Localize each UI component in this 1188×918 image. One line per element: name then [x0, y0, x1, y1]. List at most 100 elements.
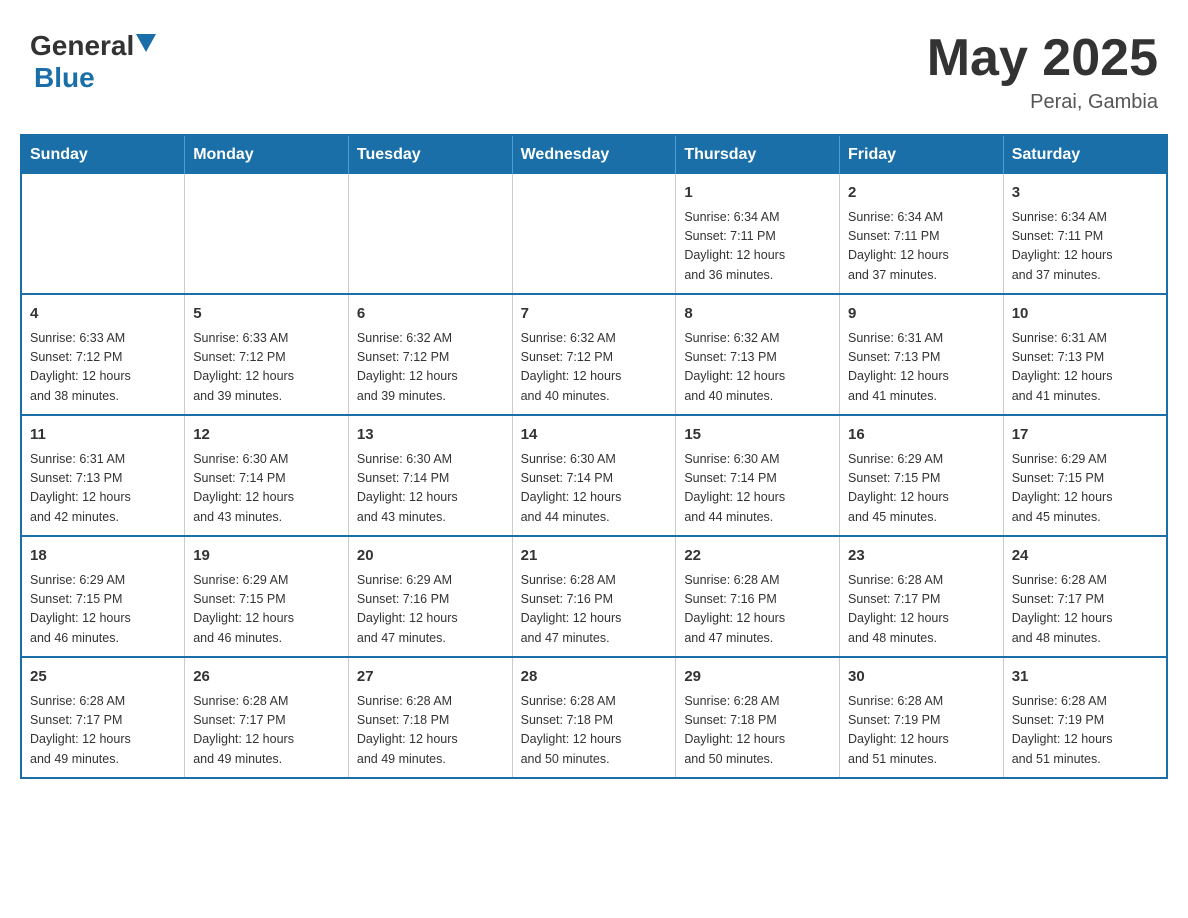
day-number: 22	[684, 545, 831, 568]
day-number: 6	[357, 303, 504, 326]
day-info: Sunrise: 6:28 AMSunset: 7:17 PMDaylight:…	[193, 692, 340, 770]
calendar-cell: 6 Sunrise: 6:32 AMSunset: 7:12 PMDaylight…	[348, 294, 512, 415]
day-number: 13	[357, 424, 504, 447]
calendar-cell: 21Sunrise: 6:28 AMSunset: 7:16 PMDayligh…	[512, 536, 676, 657]
calendar-cell: 22 Sunrise: 6:28 AMSunset: 7:16 PMDayligh…	[676, 536, 840, 657]
calendar-cell: 25 Sunrise: 6:28 AMSunset: 7:17 PMDayligh…	[21, 657, 185, 778]
day-info: Sunrise: 6:28 AMSunset: 7:19 PMDaylight:…	[1012, 692, 1158, 770]
logo-general-text: General	[30, 30, 134, 62]
day-number: 25	[30, 666, 176, 689]
calendar-cell: 1 Sunrise: 6:34 AMSunset: 7:11 PMDaylight…	[676, 174, 840, 294]
day-info: Sunrise: 6:34 AMSunset: 7:11 PMDaylight:…	[1012, 208, 1158, 286]
day-info: Sunrise: 6:29 AMSunset: 7:16 PMDaylight:…	[357, 571, 504, 649]
day-info: Sunrise: 6:28 AMSunset: 7:18 PMDaylight:…	[521, 692, 668, 770]
day-number: 30	[848, 666, 995, 689]
month-title: May 2025	[927, 30, 1158, 87]
day-info: Sunrise: 6:34 AMSunset: 7:11 PMDaylight:…	[848, 208, 995, 286]
day-info: Sunrise: 6:33 AMSunset: 7:12 PMDaylight:…	[30, 329, 176, 407]
day-info: Sunrise: 6:31 AMSunset: 7:13 PMDaylight:…	[1012, 329, 1158, 407]
calendar-week-row: 1 Sunrise: 6:34 AMSunset: 7:11 PMDaylight…	[21, 174, 1167, 294]
calendar-cell: 8Sunrise: 6:32 AMSunset: 7:13 PMDaylight…	[676, 294, 840, 415]
day-info: Sunrise: 6:28 AMSunset: 7:16 PMDaylight:…	[684, 571, 831, 649]
calendar-cell: 16Sunrise: 6:29 AMSunset: 7:15 PMDayligh…	[840, 415, 1004, 536]
day-number: 23	[848, 545, 995, 568]
calendar-cell: 29Sunrise: 6:28 AMSunset: 7:18 PMDayligh…	[676, 657, 840, 778]
title-block: May 2025 Perai, Gambia	[927, 30, 1158, 114]
day-number: 27	[357, 666, 504, 689]
calendar-cell: 12 Sunrise: 6:30 AMSunset: 7:14 PMDayligh…	[185, 415, 349, 536]
calendar-cell: 28 Sunrise: 6:28 AMSunset: 7:18 PMDayligh…	[512, 657, 676, 778]
calendar-cell: 18 Sunrise: 6:29 AMSunset: 7:15 PMDayligh…	[21, 536, 185, 657]
day-info: Sunrise: 6:28 AMSunset: 7:19 PMDaylight:…	[848, 692, 995, 770]
calendar-cell: 4 Sunrise: 6:33 AMSunset: 7:12 PMDaylight…	[21, 294, 185, 415]
day-number: 1	[684, 182, 831, 205]
day-number: 28	[521, 666, 668, 689]
day-number: 24	[1012, 545, 1158, 568]
day-number: 31	[1012, 666, 1158, 689]
calendar-week-row: 4 Sunrise: 6:33 AMSunset: 7:12 PMDaylight…	[21, 294, 1167, 415]
calendar-table: SundayMondayTuesdayWednesdayThursdayFrid…	[20, 134, 1168, 779]
calendar-cell	[348, 174, 512, 294]
day-info: Sunrise: 6:34 AMSunset: 7:11 PMDaylight:…	[684, 208, 831, 286]
day-info: Sunrise: 6:32 AMSunset: 7:12 PMDaylight:…	[357, 329, 504, 407]
day-info: Sunrise: 6:33 AMSunset: 7:12 PMDaylight:…	[193, 329, 340, 407]
day-number: 11	[30, 424, 176, 447]
weekday-header-saturday: Saturday	[1003, 135, 1167, 174]
calendar-cell: 14 Sunrise: 6:30 AMSunset: 7:14 PMDayligh…	[512, 415, 676, 536]
calendar-cell: 26 Sunrise: 6:28 AMSunset: 7:17 PMDayligh…	[185, 657, 349, 778]
calendar-cell: 19 Sunrise: 6:29 AMSunset: 7:15 PMDayligh…	[185, 536, 349, 657]
day-info: Sunrise: 6:30 AMSunset: 7:14 PMDaylight:…	[521, 450, 668, 528]
logo-triangle-icon	[136, 34, 156, 52]
calendar-cell: 11 Sunrise: 6:31 AMSunset: 7:13 PMDayligh…	[21, 415, 185, 536]
weekday-header-wednesday: Wednesday	[512, 135, 676, 174]
calendar-cell: 13Sunrise: 6:30 AMSunset: 7:14 PMDayligh…	[348, 415, 512, 536]
day-number: 14	[521, 424, 668, 447]
day-number: 12	[193, 424, 340, 447]
calendar-cell	[21, 174, 185, 294]
calendar-cell: 31 Sunrise: 6:28 AMSunset: 7:19 PMDayligh…	[1003, 657, 1167, 778]
day-info: Sunrise: 6:28 AMSunset: 7:17 PMDaylight:…	[1012, 571, 1158, 649]
calendar-cell: 5 Sunrise: 6:33 AMSunset: 7:12 PMDaylight…	[185, 294, 349, 415]
day-info: Sunrise: 6:30 AMSunset: 7:14 PMDaylight:…	[193, 450, 340, 528]
day-number: 16	[848, 424, 995, 447]
calendar-cell: 9Sunrise: 6:31 AMSunset: 7:13 PMDaylight…	[840, 294, 1004, 415]
calendar-cell	[185, 174, 349, 294]
day-info: Sunrise: 6:31 AMSunset: 7:13 PMDaylight:…	[30, 450, 176, 528]
day-info: Sunrise: 6:28 AMSunset: 7:17 PMDaylight:…	[848, 571, 995, 649]
calendar-cell: 10 Sunrise: 6:31 AMSunset: 7:13 PMDayligh…	[1003, 294, 1167, 415]
day-info: Sunrise: 6:32 AMSunset: 7:12 PMDaylight:…	[521, 329, 668, 407]
weekday-header-tuesday: Tuesday	[348, 135, 512, 174]
calendar-week-row: 18 Sunrise: 6:29 AMSunset: 7:15 PMDayligh…	[21, 536, 1167, 657]
calendar-cell: 15Sunrise: 6:30 AMSunset: 7:14 PMDayligh…	[676, 415, 840, 536]
calendar-cell: 23 Sunrise: 6:28 AMSunset: 7:17 PMDayligh…	[840, 536, 1004, 657]
day-info: Sunrise: 6:28 AMSunset: 7:17 PMDaylight:…	[30, 692, 176, 770]
day-info: Sunrise: 6:31 AMSunset: 7:13 PMDaylight:…	[848, 329, 995, 407]
weekday-header-sunday: Sunday	[21, 135, 185, 174]
day-number: 10	[1012, 303, 1158, 326]
logo-blue-text: Blue	[34, 62, 156, 94]
day-info: Sunrise: 6:29 AMSunset: 7:15 PMDaylight:…	[30, 571, 176, 649]
day-number: 4	[30, 303, 176, 326]
day-number: 8	[684, 303, 831, 326]
day-number: 19	[193, 545, 340, 568]
day-number: 21	[521, 545, 668, 568]
calendar-week-row: 25 Sunrise: 6:28 AMSunset: 7:17 PMDayligh…	[21, 657, 1167, 778]
weekday-header-friday: Friday	[840, 135, 1004, 174]
calendar-cell: 24 Sunrise: 6:28 AMSunset: 7:17 PMDayligh…	[1003, 536, 1167, 657]
calendar-week-row: 11 Sunrise: 6:31 AMSunset: 7:13 PMDayligh…	[21, 415, 1167, 536]
day-number: 3	[1012, 182, 1158, 205]
day-info: Sunrise: 6:28 AMSunset: 7:18 PMDaylight:…	[684, 692, 831, 770]
calendar-cell: 2Sunrise: 6:34 AMSunset: 7:11 PMDaylight…	[840, 174, 1004, 294]
day-info: Sunrise: 6:28 AMSunset: 7:18 PMDaylight:…	[357, 692, 504, 770]
calendar-cell: 3 Sunrise: 6:34 AMSunset: 7:11 PMDaylight…	[1003, 174, 1167, 294]
day-info: Sunrise: 6:29 AMSunset: 7:15 PMDaylight:…	[193, 571, 340, 649]
day-number: 18	[30, 545, 176, 568]
weekday-header-row: SundayMondayTuesdayWednesdayThursdayFrid…	[21, 135, 1167, 174]
day-info: Sunrise: 6:30 AMSunset: 7:14 PMDaylight:…	[684, 450, 831, 528]
day-number: 26	[193, 666, 340, 689]
day-number: 17	[1012, 424, 1158, 447]
weekday-header-monday: Monday	[185, 135, 349, 174]
day-number: 5	[193, 303, 340, 326]
day-info: Sunrise: 6:29 AMSunset: 7:15 PMDaylight:…	[1012, 450, 1158, 528]
calendar-cell: 30 Sunrise: 6:28 AMSunset: 7:19 PMDayligh…	[840, 657, 1004, 778]
